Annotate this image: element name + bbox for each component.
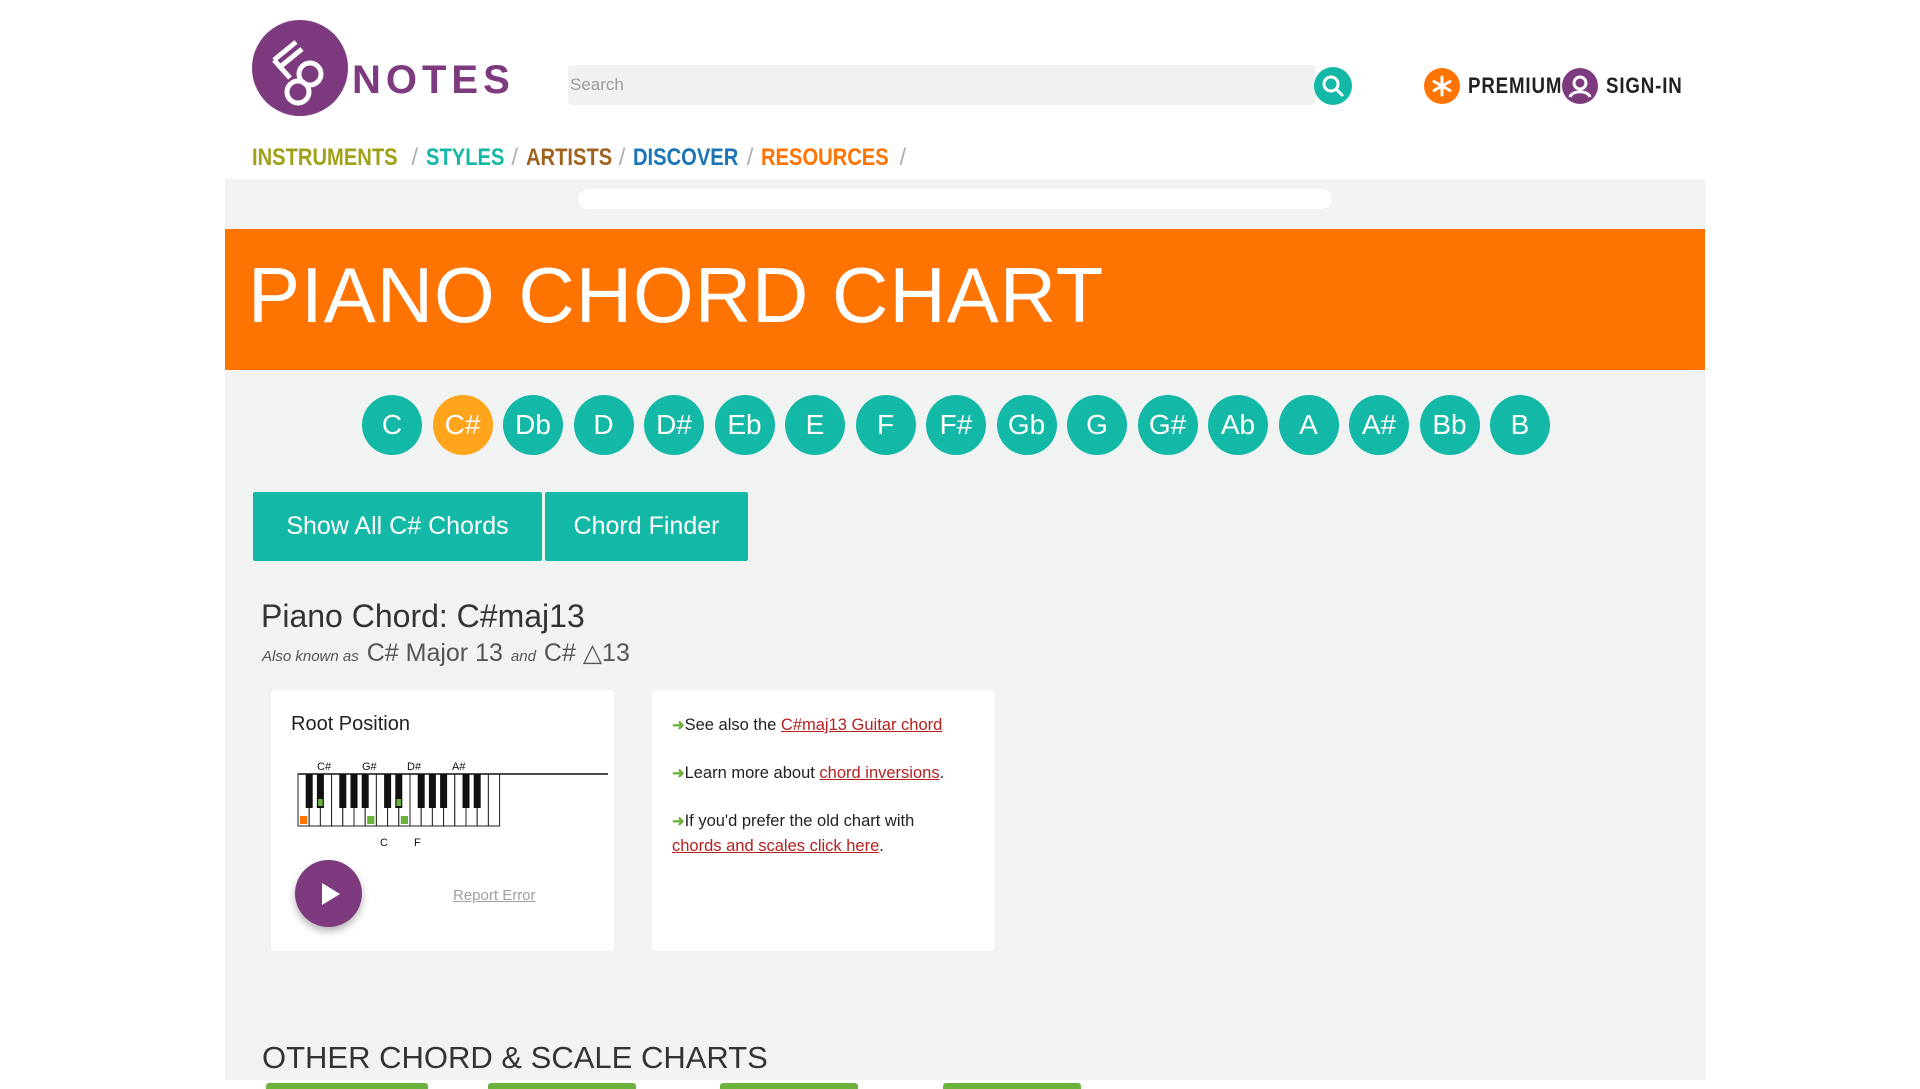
nav-resources[interactable]: RESOURCES xyxy=(761,144,889,172)
key-g-sharp[interactable]: G# xyxy=(1137,395,1198,455)
main-nav: INSTRUMENTS / STYLES / ARTISTS / DISCOVE… xyxy=(252,144,914,172)
nav-styles[interactable]: STYLES xyxy=(426,144,504,172)
highlighted-key-marker xyxy=(300,816,308,824)
black-key xyxy=(350,774,358,808)
nav-separator: / xyxy=(411,144,419,171)
logo-mark[interactable] xyxy=(252,20,348,116)
sign-in-link[interactable]: SIGN-IN xyxy=(1562,68,1696,104)
search-icon xyxy=(1322,75,1344,97)
user-icon xyxy=(1562,68,1598,104)
guitar-chord-link[interactable]: C#maj13 Guitar chord xyxy=(781,716,942,734)
nav-artists[interactable]: ARTISTS xyxy=(526,144,612,172)
black-key xyxy=(384,774,392,808)
arrow-icon: ➜ xyxy=(672,813,685,830)
black-key xyxy=(462,774,470,808)
nav-separator: / xyxy=(511,144,519,171)
root-position-label: Root Position xyxy=(291,713,410,735)
chord-heading: Piano Chord: C#maj13 xyxy=(261,598,585,634)
key-c-sharp[interactable]: C# xyxy=(432,395,493,455)
key-e-flat[interactable]: Eb xyxy=(714,395,775,455)
highlighted-key-marker xyxy=(367,816,375,824)
key-g[interactable]: G xyxy=(1067,395,1127,455)
asterisk-icon xyxy=(1424,68,1460,104)
black-key xyxy=(440,774,448,808)
other-chart-tab[interactable] xyxy=(720,1083,858,1089)
info-line-old-chart: ➜If you'd prefer the old chart with chord… xyxy=(672,809,982,859)
arrow-icon: ➜ xyxy=(672,765,685,782)
other-chart-tab[interactable] xyxy=(488,1083,636,1089)
sign-in-label: SIGN-IN xyxy=(1606,73,1683,98)
chord-inversions-link[interactable]: chord inversions xyxy=(819,764,939,782)
note-label-g-sharp: G# xyxy=(362,761,378,773)
info-text: See also the xyxy=(684,716,781,734)
black-key xyxy=(428,774,436,808)
aka-name-1: C# Major 13 xyxy=(366,639,503,667)
info-text: Learn more about xyxy=(684,764,820,782)
aka-name-2: C# △13 xyxy=(543,639,630,667)
other-chart-tab[interactable] xyxy=(266,1083,428,1089)
play-icon xyxy=(321,882,340,905)
nav-instruments[interactable]: INSTRUMENTS xyxy=(252,144,398,172)
aka-prefix: Also known as xyxy=(262,648,359,665)
black-key xyxy=(473,774,481,808)
black-key xyxy=(305,774,313,808)
key-a-flat[interactable]: Ab xyxy=(1208,395,1268,455)
info-text: . xyxy=(879,837,884,855)
black-key xyxy=(361,774,369,808)
logo-glyph xyxy=(272,40,324,106)
other-chart-tab[interactable] xyxy=(943,1083,1081,1089)
highlighted-key-marker xyxy=(400,816,408,824)
info-line-guitar: ➜See also the C#maj13 Guitar chord xyxy=(672,713,942,738)
chord-finder-button[interactable]: Chord Finder xyxy=(545,492,748,561)
nav-separator: / xyxy=(618,144,626,171)
key-d-sharp[interactable]: D# xyxy=(644,395,704,455)
also-known-as: Also known as C# Major 13 and C# △13 xyxy=(262,638,638,668)
play-button[interactable] xyxy=(295,860,362,927)
old-chart-link[interactable]: chords and scales click here xyxy=(672,837,879,855)
note-label-f: F xyxy=(414,837,421,848)
highlighted-key-marker xyxy=(318,799,323,806)
key-f[interactable]: F xyxy=(855,395,916,455)
key-d[interactable]: D xyxy=(573,395,634,455)
note-label-c-sharp: C# xyxy=(317,761,332,773)
ad-placeholder-bar xyxy=(578,189,1332,209)
nav-separator: / xyxy=(746,144,754,171)
key-selector: C C# Db D D# Eb E F F# Gb G G# Ab A A# B… xyxy=(362,395,1550,455)
info-line-inversions: ➜Learn more about chord inversions. xyxy=(672,761,944,786)
note-label-a-sharp: A# xyxy=(452,761,466,773)
info-text: . xyxy=(939,764,945,782)
nav-separator: / xyxy=(899,144,907,171)
black-key xyxy=(417,774,425,808)
piano-keyboard-diagram: C# G# D# A# C F xyxy=(297,761,608,848)
page-title: PIANO CHORD CHART xyxy=(248,251,1105,339)
info-text: If you'd prefer the old chart with xyxy=(684,812,915,830)
key-e[interactable]: E xyxy=(785,395,845,455)
note-label-d-sharp: D# xyxy=(407,761,422,773)
aka-and: and xyxy=(510,648,536,665)
search-button[interactable] xyxy=(1314,67,1352,105)
key-b-flat[interactable]: Bb xyxy=(1419,395,1480,455)
white-key xyxy=(487,773,501,827)
note-label-c: C xyxy=(380,837,388,848)
premium-label: PREMIUM xyxy=(1468,73,1563,98)
arrow-icon: ➜ xyxy=(672,717,685,734)
search-input[interactable] xyxy=(568,65,1316,105)
black-key xyxy=(339,774,347,808)
show-all-chords-button[interactable]: Show All C# Chords xyxy=(253,492,542,561)
nav-discover[interactable]: DISCOVER xyxy=(633,144,738,172)
logo-wordmark[interactable]: NOTES xyxy=(352,60,515,100)
report-error-link[interactable]: Report Error xyxy=(453,887,536,904)
highlighted-key-marker xyxy=(396,799,402,806)
key-c[interactable]: C xyxy=(362,395,422,455)
premium-link[interactable]: PREMIUM xyxy=(1424,68,1579,104)
key-b[interactable]: B xyxy=(1490,395,1550,455)
key-g-flat[interactable]: Gb xyxy=(996,395,1057,455)
key-f-sharp[interactable]: F# xyxy=(926,395,986,455)
other-charts-heading: OTHER CHORD & SCALE CHARTS xyxy=(262,1040,768,1075)
key-d-flat[interactable]: Db xyxy=(503,395,563,455)
key-a-sharp[interactable]: A# xyxy=(1349,395,1409,455)
key-a[interactable]: A xyxy=(1278,395,1339,455)
